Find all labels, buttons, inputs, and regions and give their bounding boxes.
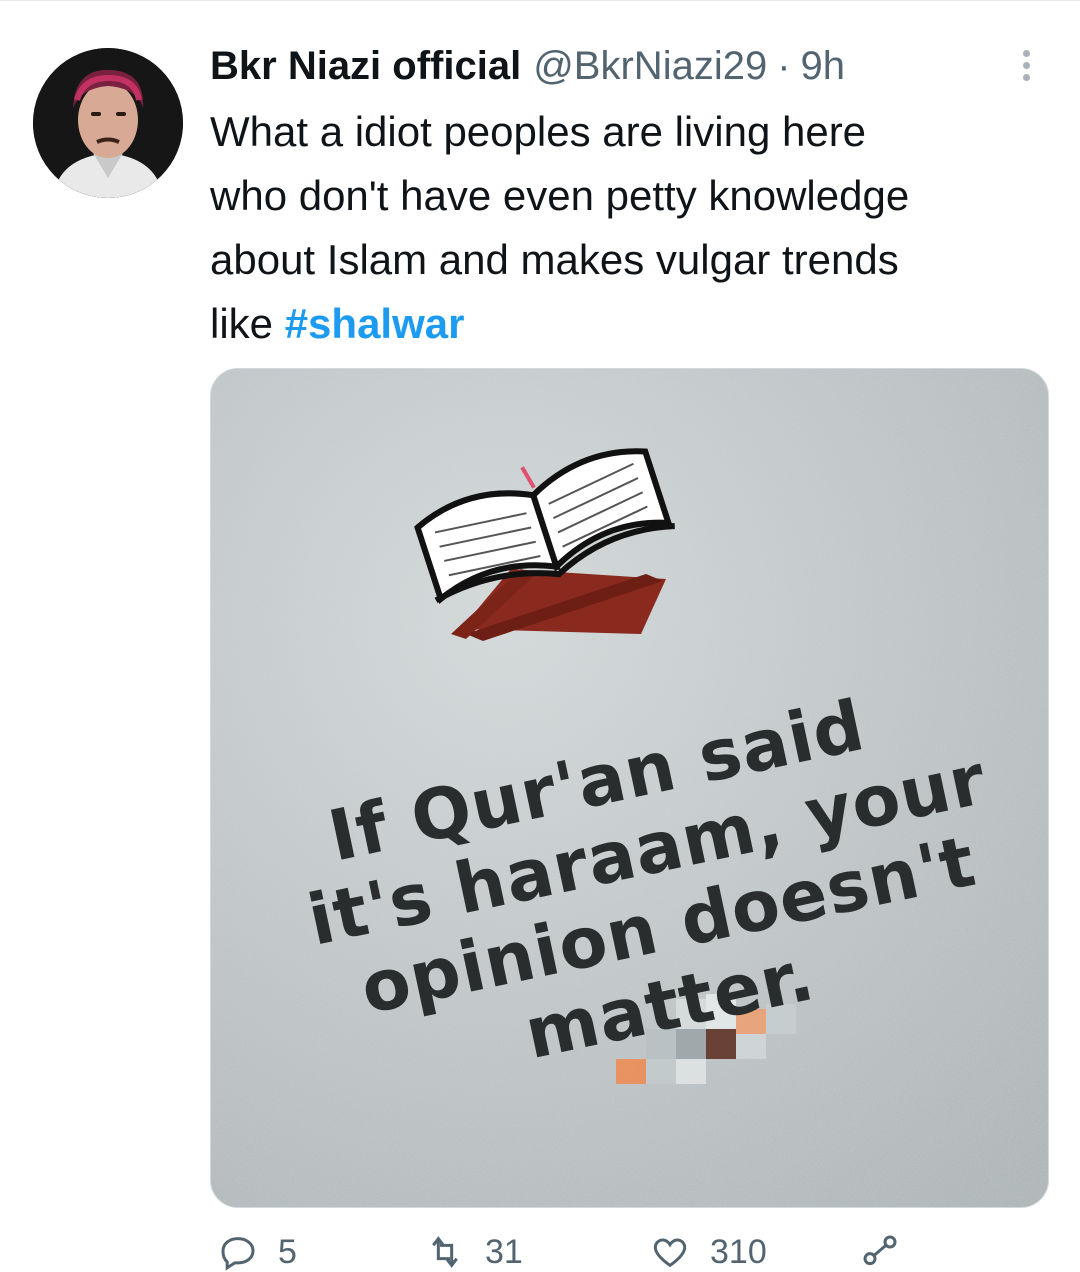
- reply-count: 5: [278, 1232, 297, 1271]
- separator-dot: ·: [777, 43, 791, 88]
- tweet-actions: 5 31 310: [210, 1232, 1010, 1272]
- tweet-text: What a idiot peoples are living here who…: [210, 100, 1050, 356]
- like-button[interactable]: 310: [650, 1232, 767, 1272]
- tweet-text-line: about Islam and makes vulgar trends: [210, 236, 899, 283]
- image-quote: If Qur'an said it's haraam, your opinion…: [211, 369, 1048, 1207]
- retweet-count: 31: [485, 1232, 523, 1271]
- share-button[interactable]: [860, 1232, 920, 1272]
- like-count: 310: [710, 1232, 767, 1271]
- user-handle[interactable]: @BkrNiazi29: [533, 44, 767, 89]
- retweet-button[interactable]: 31: [425, 1232, 523, 1272]
- reply-icon: [221, 1237, 255, 1271]
- reply-button[interactable]: 5: [218, 1232, 297, 1272]
- tweet-text-line: What a idiot peoples are living here: [210, 108, 867, 155]
- avatar[interactable]: [33, 48, 183, 198]
- retweet-icon: [432, 1236, 458, 1268]
- tweet-text-line: like #shalwar: [210, 292, 1050, 356]
- share-icon: [863, 1235, 897, 1266]
- tweet-image[interactable]: If Qur'an said it's haraam, your opinion…: [210, 368, 1049, 1208]
- tweet-text-prefix: like: [210, 300, 285, 347]
- more-options-icon[interactable]: [1014, 46, 1038, 86]
- avatar-photo: [33, 48, 183, 198]
- hashtag-link[interactable]: #shalwar: [285, 300, 465, 347]
- top-divider: [0, 0, 1080, 1]
- timestamp[interactable]: 9h: [801, 44, 846, 89]
- display-name[interactable]: Bkr Niazi official: [210, 44, 521, 89]
- tweet-header: Bkr Niazi official @BkrNiazi29 · 9h: [210, 40, 1010, 92]
- heart-icon: [653, 1238, 687, 1268]
- tweet-text-line: who don't have even petty knowledge: [210, 172, 910, 219]
